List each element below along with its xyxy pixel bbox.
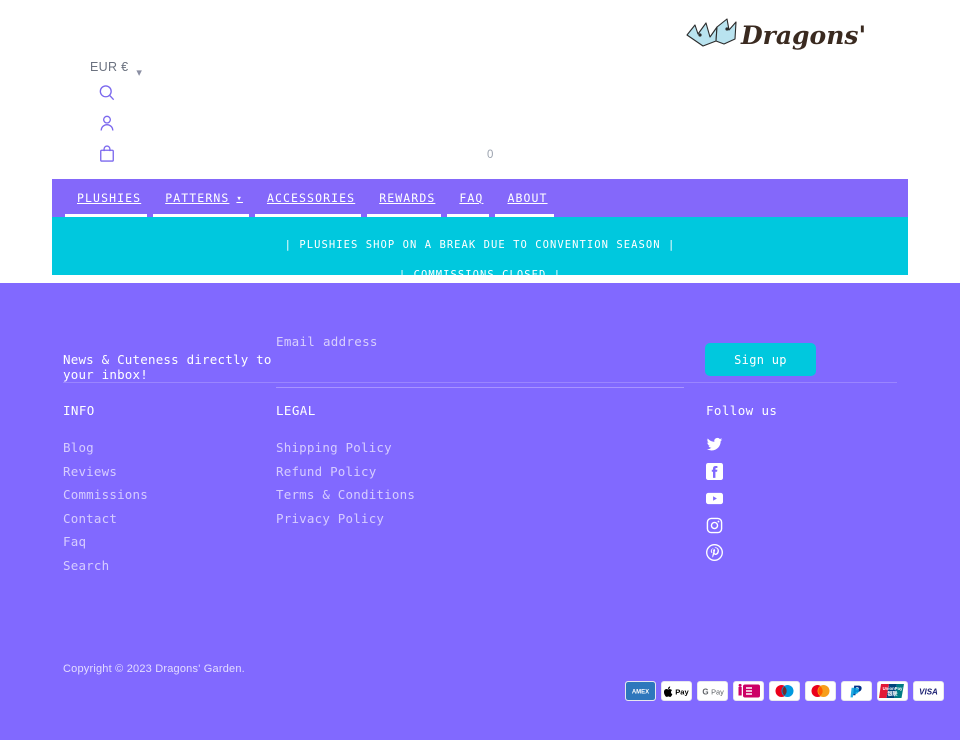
svg-text:AMEX: AMEX (632, 690, 649, 696)
email-input[interactable] (276, 371, 684, 388)
instagram-icon[interactable] (706, 517, 723, 534)
svg-text:UnionPay: UnionPay (883, 686, 903, 691)
copyright-text: Copyright © 2023 Dragons' Garden. (63, 663, 245, 675)
site-logo[interactable]: Dragons' Garden (681, 14, 871, 58)
nav-underline (254, 214, 362, 217)
twitter-icon[interactable] (706, 436, 723, 453)
svg-text:VISA: VISA (919, 687, 938, 696)
site-footer: News & Cuteness directly to your inbox! … (0, 283, 960, 740)
amex-icon: AMEX (625, 681, 656, 701)
nav-underline (495, 214, 554, 217)
main-navigation: PLUSHIES PATTERNS ▾ ACCESSORIES REWARDS … (52, 179, 908, 217)
nav-item-plushies[interactable]: PLUSHIES (65, 179, 153, 217)
nav-label: ACCESSORIES (266, 191, 356, 205)
pinterest-icon[interactable] (706, 544, 723, 561)
svg-text:G: G (702, 687, 708, 696)
footer-link-privacy-policy[interactable]: Privacy Policy (276, 507, 415, 531)
apple-pay-icon: Pay (661, 681, 692, 701)
footer-link-reviews[interactable]: Reviews (63, 460, 148, 484)
nav-label: PLUSHIES (77, 191, 142, 205)
storefront-page: Dragons' Garden EUR € ▾ 0 PLUSHIES PATTE… (0, 0, 960, 740)
nav-underline (153, 214, 249, 217)
nav-item-patterns[interactable]: PATTERNS ▾ (153, 179, 255, 217)
youtube-icon[interactable] (706, 490, 723, 507)
newsletter-heading: News & Cuteness directly to your inbox! (63, 352, 272, 382)
footer-link-contact[interactable]: Contact (63, 507, 148, 531)
nav-announcement-block: PLUSHIES PATTERNS ▾ ACCESSORIES REWARDS … (52, 179, 908, 275)
social-links (706, 436, 777, 561)
search-icon[interactable] (95, 81, 119, 105)
unionpay-icon: UnionPay 银联 (877, 681, 908, 701)
newsletter-signup: News & Cuteness directly to your inbox! … (63, 308, 897, 388)
cart-count: 0 (487, 149, 494, 161)
chevron-down-icon: ▾ (136, 66, 143, 79)
email-field-group: Email address (276, 334, 684, 388)
svg-text:银联: 银联 (886, 691, 897, 698)
svg-text:Pay: Pay (675, 688, 689, 697)
announcement-line-1: | PLUSHIES SHOP ON A BREAK DUE TO CONVEN… (284, 239, 676, 251)
cart-icon[interactable] (95, 142, 119, 166)
currency-selector[interactable]: EUR € ▾ (90, 60, 142, 79)
footer-divider (63, 382, 897, 383)
nav-item-accessories[interactable]: ACCESSORIES (254, 179, 367, 217)
footer-link-faq[interactable]: Faq (63, 530, 148, 554)
visa-icon: VISA (913, 681, 944, 701)
account-icon[interactable] (95, 111, 119, 135)
footer-link-commissions[interactable]: Commissions (63, 483, 148, 507)
nav-label: ABOUT (507, 191, 548, 205)
maestro-icon (769, 681, 800, 701)
currency-label: EUR € (90, 60, 129, 74)
column-title-follow: Follow us (706, 403, 778, 418)
nav-item-about[interactable]: ABOUT (495, 179, 559, 217)
svg-text:Pay: Pay (711, 687, 724, 696)
column-title-info: INFO (63, 403, 95, 418)
nav-underline (65, 214, 148, 217)
nav-underline (367, 214, 442, 217)
footer-column-follow: Follow us (706, 403, 777, 561)
footer-column-legal: LEGAL Shipping Policy Refund Policy Term… (276, 403, 415, 530)
signup-button[interactable]: Sign up (705, 343, 816, 376)
footer-link-blog[interactable]: Blog (63, 436, 148, 460)
google-pay-icon: G Pay (697, 681, 728, 701)
svg-text:Dragons' Garden: Dragons' Garden (740, 21, 871, 50)
nav-label: PATTERNS (165, 191, 230, 205)
email-label: Email address (276, 334, 378, 349)
footer-link-shipping-policy[interactable]: Shipping Policy (276, 436, 415, 460)
footer-column-info: INFO Blog Reviews Commissions Contact Fa… (63, 403, 148, 577)
facebook-icon[interactable] (706, 463, 723, 480)
nav-label: FAQ (459, 191, 484, 205)
mastercard-icon (805, 681, 836, 701)
nav-item-rewards[interactable]: REWARDS (367, 179, 447, 217)
chevron-down-icon: ▾ (236, 194, 243, 204)
nav-label: REWARDS (379, 191, 436, 205)
footer-link-terms-conditions[interactable]: Terms & Conditions (276, 483, 415, 507)
nav-underline (447, 214, 490, 217)
nav-item-faq[interactable]: FAQ (447, 179, 495, 217)
ideal-icon (733, 681, 764, 701)
column-title-legal: LEGAL (276, 403, 316, 418)
announcement-bar: | PLUSHIES SHOP ON A BREAK DUE TO CONVEN… (52, 217, 908, 275)
dragon-logo-icon: Dragons' Garden (686, 18, 871, 50)
footer-link-search[interactable]: Search (63, 554, 148, 578)
footer-link-refund-policy[interactable]: Refund Policy (276, 460, 415, 484)
paypal-icon (841, 681, 872, 701)
payment-methods: AMEX Pay G Pay UnionPay 银联 VISA (625, 681, 944, 701)
announcement-line-2: | COMMISSIONS CLOSED | (398, 269, 562, 275)
